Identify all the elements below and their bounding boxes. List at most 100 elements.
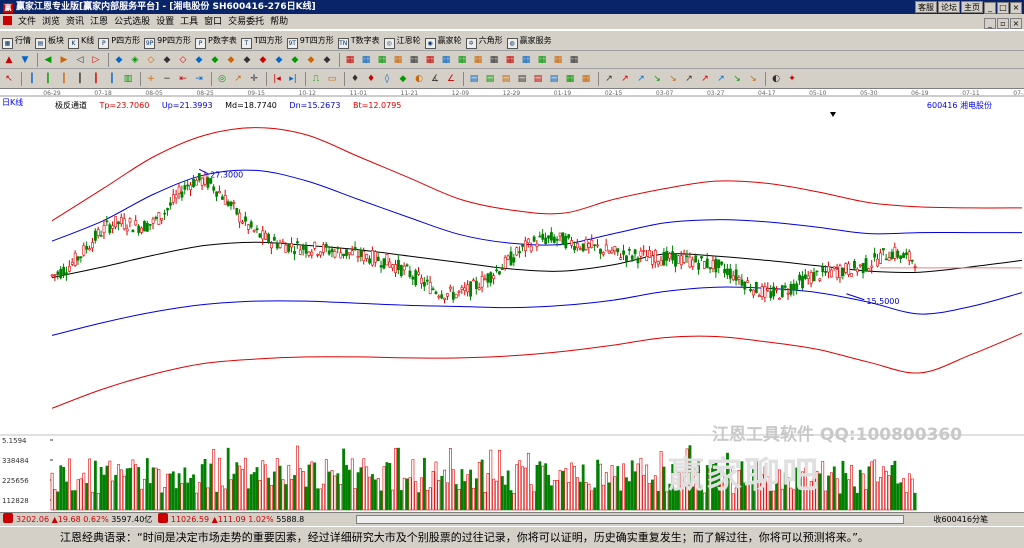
fib-icon[interactable]: ♦ <box>348 72 362 86</box>
grid-l-icon[interactable]: ▦ <box>519 53 533 67</box>
cycle-icon[interactable]: ◐ <box>412 72 426 86</box>
grid-g-icon[interactable]: ▦ <box>439 53 453 67</box>
toolbar-grid-button[interactable]: ▦ 行情 <box>2 31 31 51</box>
kbar-icon[interactable]: ┃ <box>25 72 39 86</box>
play-left-icon[interactable]: ◀ <box>41 53 55 67</box>
arrow-c-icon[interactable]: ↗ <box>634 72 648 86</box>
kbar3-icon[interactable]: ┃ <box>57 72 71 86</box>
play-right-icon[interactable]: ▶ <box>57 53 71 67</box>
forward-icon[interactable]: ▷ <box>89 53 103 67</box>
diamond-3-icon[interactable]: ◆ <box>224 53 238 67</box>
grid-lines-icon[interactable]: ▦ <box>579 72 593 86</box>
gann-fan-icon[interactable]: ♦ <box>364 72 378 86</box>
rewind-icon[interactable]: ◁ <box>73 53 87 67</box>
kbar4-icon[interactable]: ┃ <box>73 72 87 86</box>
chart-bars-icon[interactable]: ▥ <box>121 72 135 86</box>
grid-d-icon[interactable]: ▦ <box>391 53 405 67</box>
grid-b-icon[interactable]: ▦ <box>359 53 373 67</box>
tick-data-label[interactable]: 收600416分笔 <box>933 513 988 526</box>
grid-o-icon[interactable]: ▦ <box>567 53 581 67</box>
page-icon[interactable]: ▭ <box>325 72 339 86</box>
toolbar-9p-square-button[interactable]: 9P 9P四方形 <box>144 31 191 51</box>
diamond-up-icon[interactable]: ◈ <box>128 53 142 67</box>
grid-e-icon[interactable]: ▦ <box>407 53 421 67</box>
toolbar-p-square-button[interactable]: P P四方形 <box>98 31 140 51</box>
diamond-8-icon[interactable]: ◆ <box>304 53 318 67</box>
zoom-in-icon[interactable]: + <box>144 72 158 86</box>
menu-file[interactable]: 文件 <box>15 14 39 30</box>
tools-icon[interactable]: ✦ <box>785 72 799 86</box>
arrow-down-icon[interactable]: ▼ <box>18 53 32 67</box>
arrow-h-icon[interactable]: ↗ <box>714 72 728 86</box>
grid-h-icon[interactable]: ▦ <box>455 53 469 67</box>
mdi-restore-button[interactable]: ▫ <box>997 18 1009 29</box>
kbar6-icon[interactable]: ┃ <box>105 72 119 86</box>
toolbar-hexagon-button[interactable]: ✡ 六角形 <box>465 31 503 51</box>
grid-i-icon[interactable]: ▦ <box>471 53 485 67</box>
customer-service-button[interactable]: 客服 <box>915 1 937 13</box>
period-label[interactable]: 日K线 <box>2 97 23 108</box>
arrow-d-icon[interactable]: ↘ <box>650 72 664 86</box>
arrow-a-icon[interactable]: ↗ <box>602 72 616 86</box>
indicator-name[interactable]: 极反通道 <box>55 101 87 110</box>
menu-tools[interactable]: 工具 <box>177 14 201 30</box>
menu-news[interactable]: 资讯 <box>63 14 87 30</box>
close-button[interactable]: × <box>1010 2 1022 14</box>
arrow-e-icon[interactable]: ↘ <box>666 72 680 86</box>
kbar5-icon[interactable]: ┃ <box>89 72 103 86</box>
toolbar-gann-wheel-button[interactable]: ◎ 江恩轮 <box>383 31 421 51</box>
diamond-4-icon[interactable]: ◆ <box>240 53 254 67</box>
pointer-icon[interactable]: ↗ <box>231 72 245 86</box>
crosshair-icon[interactable]: ✛ <box>247 72 261 86</box>
sq2-icon[interactable]: ▤ <box>483 72 497 86</box>
grid-f-icon[interactable]: ▦ <box>423 53 437 67</box>
menu-window[interactable]: 窗口 <box>201 14 225 30</box>
toolbar-9t-square-button[interactable]: 9T 9T四方形 <box>286 31 334 51</box>
sq5-icon[interactable]: ▤ <box>531 72 545 86</box>
sq3-icon[interactable]: ▤ <box>499 72 513 86</box>
toolbar-p-table-button[interactable]: P P数字表 <box>195 31 237 51</box>
arrow-g-icon[interactable]: ↗ <box>698 72 712 86</box>
toolbar-blocks-button[interactable]: ▤ 板块 <box>35 31 64 51</box>
sq-icon[interactable]: ▤ <box>467 72 481 86</box>
gann-box-icon[interactable]: ◊ <box>380 72 394 86</box>
table-icon[interactable]: ▦ <box>563 72 577 86</box>
forward-nav-icon[interactable]: ⇥ <box>192 72 206 86</box>
arrow-j-icon[interactable]: ↘ <box>746 72 760 86</box>
gann-grid-icon[interactable]: ◆ <box>396 72 410 86</box>
cursor-icon[interactable]: ↖ <box>2 72 16 86</box>
toolbar-t-table-button[interactable]: TN T数字表 <box>337 31 380 51</box>
speed-icon[interactable]: ∡ <box>428 72 442 86</box>
chart-canvas[interactable]: 06-29 07-18 08-05 08-25 09-15 10-12 11-01 11-21… <box>0 89 1024 512</box>
homepage-button[interactable]: 主页 <box>961 1 983 13</box>
menu-browse[interactable]: 浏览 <box>39 14 63 30</box>
diamond-left-icon[interactable]: ◆ <box>160 53 174 67</box>
menu-gann[interactable]: 江恩 <box>87 14 111 30</box>
arrow-i-icon[interactable]: ↘ <box>730 72 744 86</box>
minimize-button[interactable]: _ <box>984 2 996 14</box>
diamond-icon[interactable]: ◆ <box>112 53 126 67</box>
compass-icon[interactable]: ◎ <box>215 72 229 86</box>
sq6-icon[interactable]: ▤ <box>547 72 561 86</box>
sq4-icon[interactable]: ▤ <box>515 72 529 86</box>
back-icon[interactable]: ⇤ <box>176 72 190 86</box>
arrow-up-icon[interactable]: ▲ <box>2 53 16 67</box>
toolbar-t-square-button[interactable]: T T四方形 <box>240 31 283 51</box>
mdi-close-button[interactable]: × <box>1010 18 1022 29</box>
kbar2-icon[interactable]: ┃ <box>41 72 55 86</box>
kline-chart-panel[interactable]: 06-29 07-18 08-05 08-25 09-15 10-12 11-01 11-21… <box>0 89 1024 512</box>
arrow-b-icon[interactable]: ↗ <box>618 72 632 86</box>
left-end-icon[interactable]: |◂ <box>270 72 284 86</box>
diamond-down-icon[interactable]: ◇ <box>144 53 158 67</box>
forum-button[interactable]: 论坛 <box>938 1 960 13</box>
right-end-icon[interactable]: ▸| <box>286 72 300 86</box>
diamond-7-icon[interactable]: ◆ <box>288 53 302 67</box>
diamond-5-icon[interactable]: ◆ <box>256 53 270 67</box>
grid-j-icon[interactable]: ▦ <box>487 53 501 67</box>
menu-formula[interactable]: 公式选股 <box>111 14 153 30</box>
diamond-6-icon[interactable]: ◆ <box>272 53 286 67</box>
grid-m-icon[interactable]: ▦ <box>535 53 549 67</box>
grid-a-icon[interactable]: ▦ <box>343 53 357 67</box>
zoom-out-icon[interactable]: − <box>160 72 174 86</box>
mdi-minimize-button[interactable]: _ <box>984 18 996 29</box>
